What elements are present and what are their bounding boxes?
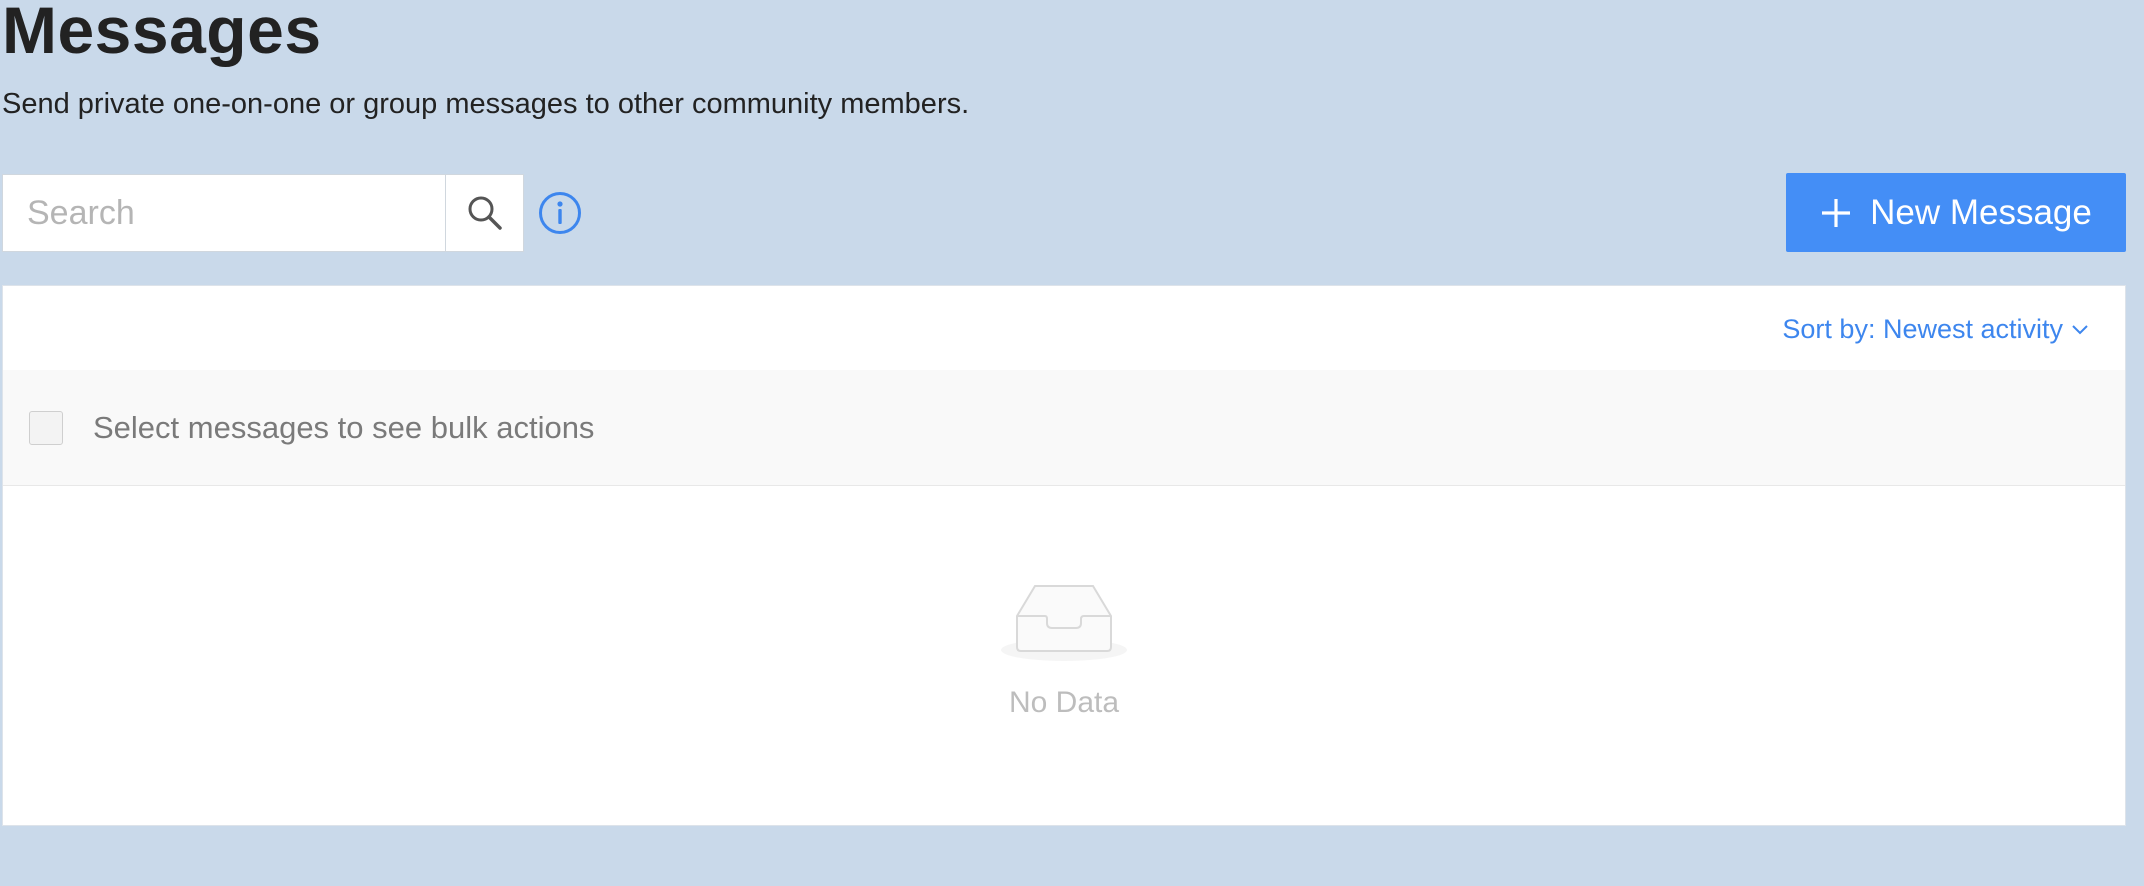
empty-text: No Data <box>1008 686 1120 719</box>
search-input[interactable] <box>3 175 445 251</box>
search-box <box>2 174 524 252</box>
messages-panel: Sort by: Newest activity Select messages… <box>2 285 2126 826</box>
empty-state: No Data <box>3 576 2125 720</box>
new-message-label: New Message <box>1870 192 2092 232</box>
page-subtitle: Send private one-on-one or group message… <box>2 88 970 120</box>
new-message-button[interactable]: New Message <box>1786 173 2126 252</box>
sort-dropdown[interactable]: Sort by: Newest activity <box>1782 314 2089 345</box>
select-all-checkbox[interactable] <box>29 410 63 445</box>
bulk-actions-label: Select messages to see bulk actions <box>93 409 595 445</box>
bulk-actions-bar: Select messages to see bulk actions <box>3 370 2125 486</box>
plus-icon <box>1822 198 1851 227</box>
sort-label: Sort by: Newest activity <box>1782 314 2063 344</box>
chevron-down-icon <box>2072 324 2088 334</box>
info-icon[interactable] <box>538 191 582 235</box>
search-button[interactable] <box>445 175 523 251</box>
inbox-icon <box>1001 585 1127 661</box>
page-title: Messages <box>2 0 322 67</box>
search-icon <box>468 196 502 230</box>
